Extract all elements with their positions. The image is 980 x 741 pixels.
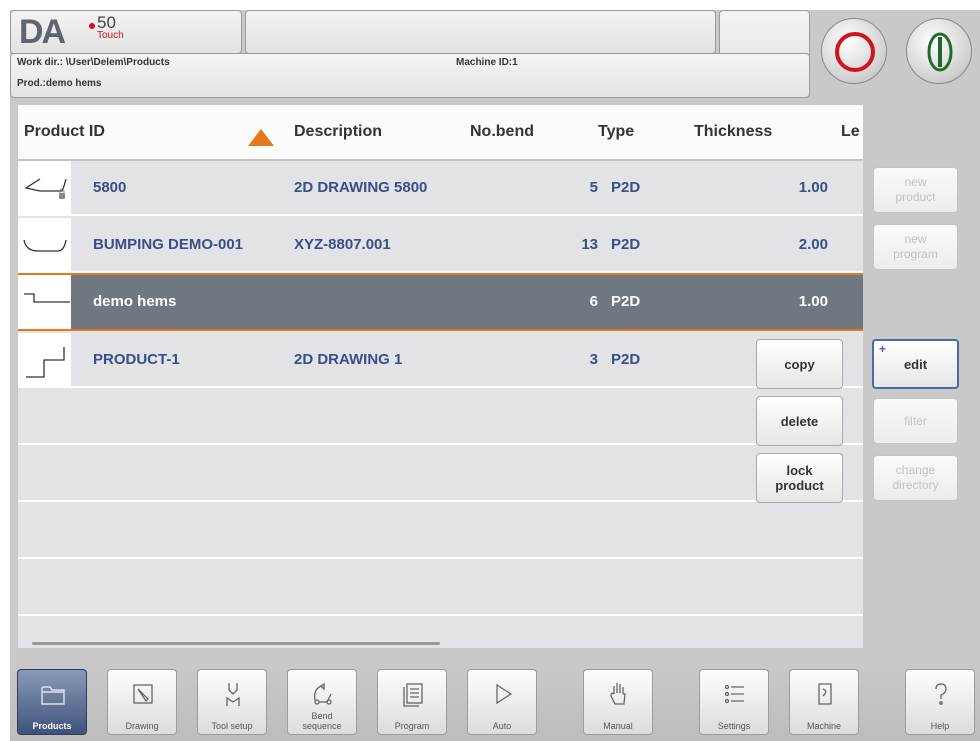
lock-icon: [59, 193, 65, 199]
table-row[interactable]: PRODUCT-1 2D DRAWING 1 3 P2D: [18, 333, 863, 388]
cell-type: P2D: [611, 293, 641, 310]
start-button[interactable]: [906, 18, 972, 84]
nav-program[interactable]: Program: [377, 669, 447, 735]
cell-no-bend: 5: [589, 179, 598, 196]
column-header-description[interactable]: Description: [294, 123, 382, 141]
nav-products[interactable]: Products: [17, 669, 87, 735]
info-strip: Work dir.: \User\Delem\Products Machine …: [10, 53, 810, 98]
column-header-no-bend[interactable]: No.bend: [470, 123, 534, 141]
nav-machine[interactable]: Machine: [789, 669, 859, 735]
nav-label: Program: [394, 721, 430, 731]
product-thumbnail: [18, 218, 71, 271]
plus-icon: +: [879, 342, 887, 356]
filter-button[interactable]: filter: [873, 398, 958, 444]
nav-label: Machine: [806, 721, 842, 731]
copy-button[interactable]: copy: [756, 339, 843, 389]
tool-setup-icon: [226, 683, 240, 706]
nav-auto[interactable]: Auto: [467, 669, 537, 735]
nav-manual[interactable]: Manual: [583, 669, 653, 735]
column-header-thickness[interactable]: Thickness: [694, 123, 772, 141]
delete-button[interactable]: delete: [756, 396, 843, 446]
nav-label: Drawing: [125, 721, 159, 731]
bottom-navigation: Products Drawing Tool setup Bend sequenc…: [10, 661, 980, 741]
logo: DA: [19, 13, 66, 51]
cell-no-bend: 6: [589, 293, 598, 310]
cell-type: P2D: [611, 179, 641, 196]
nav-settings[interactable]: Settings: [699, 669, 769, 735]
help-icon: [935, 683, 947, 705]
cell-description: 2D DRAWING 5800: [294, 179, 428, 196]
cell-product-id: demo hems: [93, 293, 177, 310]
cell-thickness: 1.00: [798, 293, 828, 310]
empty-row: [18, 447, 863, 502]
cell-type: P2D: [611, 236, 641, 253]
screen: DA 50 Touch Work dir.: \User\Delem\Produ…: [10, 10, 980, 741]
logo-version: 50: [97, 13, 116, 32]
product-thumbnail: [18, 161, 71, 214]
sort-up-arrow-icon[interactable]: [248, 129, 274, 146]
new-program-button[interactable]: new program: [873, 224, 958, 270]
column-header-length[interactable]: Le: [841, 123, 860, 141]
empty-row: [18, 390, 863, 445]
cell-type: P2D: [611, 351, 641, 368]
nav-label: Auto: [492, 721, 512, 731]
machine-id: Machine ID:1: [456, 57, 518, 68]
nav-drawing[interactable]: Drawing: [107, 669, 177, 735]
empty-row: [18, 504, 863, 559]
nav-label: Tool setup: [211, 721, 253, 731]
new-product-button[interactable]: new product: [873, 167, 958, 213]
status-box: [245, 10, 923, 54]
bend-sequence-icon: [313, 682, 332, 705]
column-header-type[interactable]: Type: [598, 123, 634, 141]
cell-product-id: 5800: [93, 179, 127, 196]
table-row[interactable]: BUMPING DEMO-001 XYZ-8807.001 13 P2D 2.0…: [18, 218, 863, 273]
settings-list-icon: [724, 684, 744, 704]
product-thumbnail: [18, 275, 71, 329]
program-icon: [403, 683, 423, 707]
current-product: Prod.:demo hems: [17, 78, 102, 89]
product-thumbnail: [18, 333, 71, 386]
cell-description: 2D DRAWING 1: [294, 351, 403, 368]
machine-icon: [818, 683, 832, 705]
edit-button[interactable]: + edit: [872, 339, 959, 389]
product-table: Product ID Description No.bend Type Thic…: [18, 105, 863, 648]
horizontal-scrollbar[interactable]: [32, 642, 440, 645]
cell-product-id: BUMPING DEMO-001: [93, 236, 244, 253]
nav-bend-sequence[interactable]: Bend sequence: [287, 669, 357, 735]
cell-description: XYZ-8807.001: [294, 236, 391, 253]
nav-help[interactable]: Help: [905, 669, 975, 735]
nav-label: Manual: [603, 721, 633, 731]
edit-label: edit: [903, 356, 928, 372]
cell-no-bend: 3: [589, 351, 598, 368]
play-icon: [496, 683, 513, 705]
logo-edition: Touch: [97, 30, 124, 41]
empty-row: [18, 561, 863, 616]
nav-label: Help: [930, 721, 950, 731]
table-header: Product ID Description No.bend Type Thic…: [18, 105, 863, 161]
nav-label: Settings: [717, 721, 751, 731]
drawing-icon: [133, 684, 153, 704]
work-dir: Work dir.: \User\Delem\Products: [17, 57, 170, 68]
hand-icon: [610, 683, 626, 705]
start-line-icon: [927, 32, 953, 72]
table-row[interactable]: 5800 2D DRAWING 5800 5 P2D 1.00: [18, 161, 863, 216]
column-header-product-id[interactable]: Product ID: [24, 123, 105, 141]
logo-box: DA 50 Touch: [10, 10, 242, 54]
nav-label: Products: [32, 721, 72, 731]
cell-no-bend: 13: [581, 236, 598, 253]
nav-tool-setup[interactable]: Tool setup: [197, 669, 267, 735]
nav-label: Bend sequence: [302, 711, 342, 731]
folder-icon: [41, 686, 65, 705]
lock-product-button[interactable]: lock product: [756, 453, 843, 503]
stop-button[interactable]: [821, 18, 887, 84]
cell-thickness: 2.00: [798, 236, 828, 253]
cell-product-id: PRODUCT-1: [93, 351, 180, 368]
change-directory-button[interactable]: change directory: [873, 455, 958, 501]
cell-thickness: 1.00: [798, 179, 828, 196]
table-row-selected[interactable]: demo hems 6 P2D 1.00: [18, 273, 863, 331]
stop-circle-icon: [835, 32, 875, 72]
